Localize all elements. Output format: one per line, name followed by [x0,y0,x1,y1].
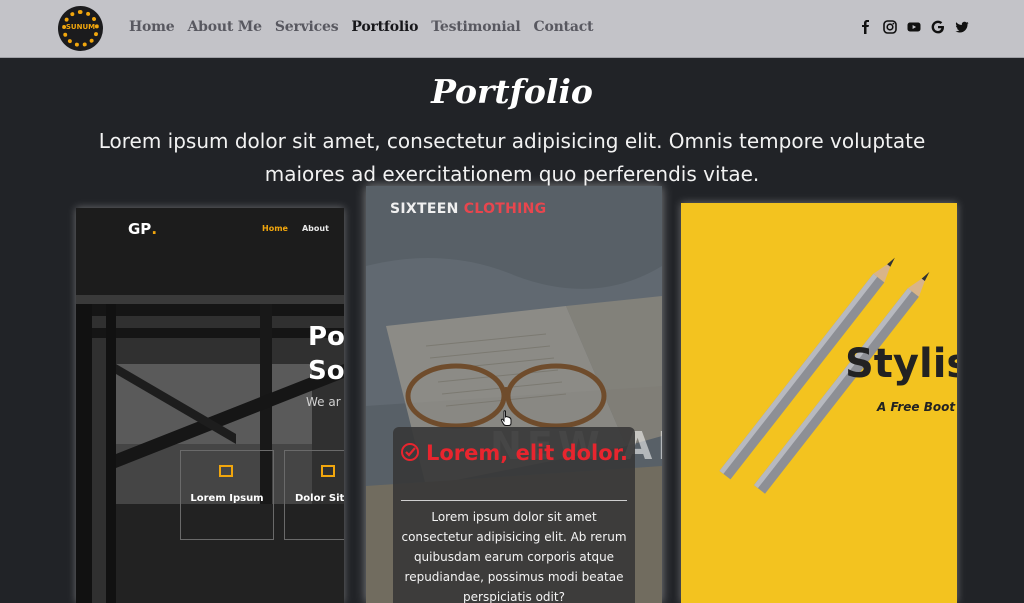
card1-mini-nav: Home About [262,224,329,233]
card3-heading: Stylis [845,341,957,387]
card2-overlay-divider [401,500,627,501]
image-icon [219,465,233,477]
portfolio-card-1[interactable]: GP. Home About Po Solu We ar Lorem Ipsum… [76,208,344,603]
navbar: SUNUM Home About Me Services Portfolio T… [0,0,1024,58]
twitter-icon[interactable] [954,19,969,35]
card1-nav-about: About [301,224,329,233]
portfolio-card-3[interactable]: Stylis A Free Boot [681,203,957,603]
logo[interactable]: SUNUM [58,6,103,51]
section-title: Portfolio [431,72,593,111]
card2-brand: SIXTEEN CLOTHING [390,201,547,217]
hand-cursor-icon [500,410,512,426]
facebook-icon[interactable] [858,19,873,35]
portfolio-card-2[interactable]: SIXTEEN CLOTHING NEW AR Lorem, elit dolo… [366,186,662,603]
card2-overlay-title: Lorem, elit dolor. [393,439,635,468]
main-menu: Home About Me Services Portfolio Testimo… [129,19,593,35]
nav-services-link[interactable]: Services [275,19,339,35]
nav-portfolio-link[interactable]: Portfolio [351,19,418,35]
nav-testimonial-link[interactable]: Testimonial [431,19,520,35]
youtube-icon[interactable] [906,19,921,35]
card1-box2-label: Dolor Sit [295,493,344,504]
card2-overlay-text: Lorem ipsum dolor sit amet consectetur a… [401,510,627,603]
card1-feature-box-1: Lorem Ipsum [180,450,274,540]
section-lead: Lorem ipsum dolor sit amet, consectetur … [98,129,926,186]
social-links [858,19,969,35]
card1-heading: Po Solu [308,322,344,386]
google-icon[interactable] [930,19,945,35]
logo-text: SUNUM [65,23,96,31]
card1-box1-label: Lorem Ipsum [190,493,264,504]
instagram-icon[interactable] [882,19,897,35]
nav-about-link[interactable]: About Me [188,19,263,35]
card3-subtext: A Free Boot [877,400,956,414]
card1-brand: GP. [128,220,158,238]
check-circle-icon [401,443,419,461]
nav-contact-link[interactable]: Contact [534,19,594,35]
card1-feature-box-2: Dolor Sit [284,450,344,540]
chart-icon [321,465,335,477]
card1-nav-home: Home [262,224,288,233]
card1-subtext: We ar [306,395,341,409]
nav-home-link[interactable]: Home [129,19,175,35]
card2-hover-overlay: Lorem, elit dolor. Lorem ipsum dolor sit… [393,427,635,603]
